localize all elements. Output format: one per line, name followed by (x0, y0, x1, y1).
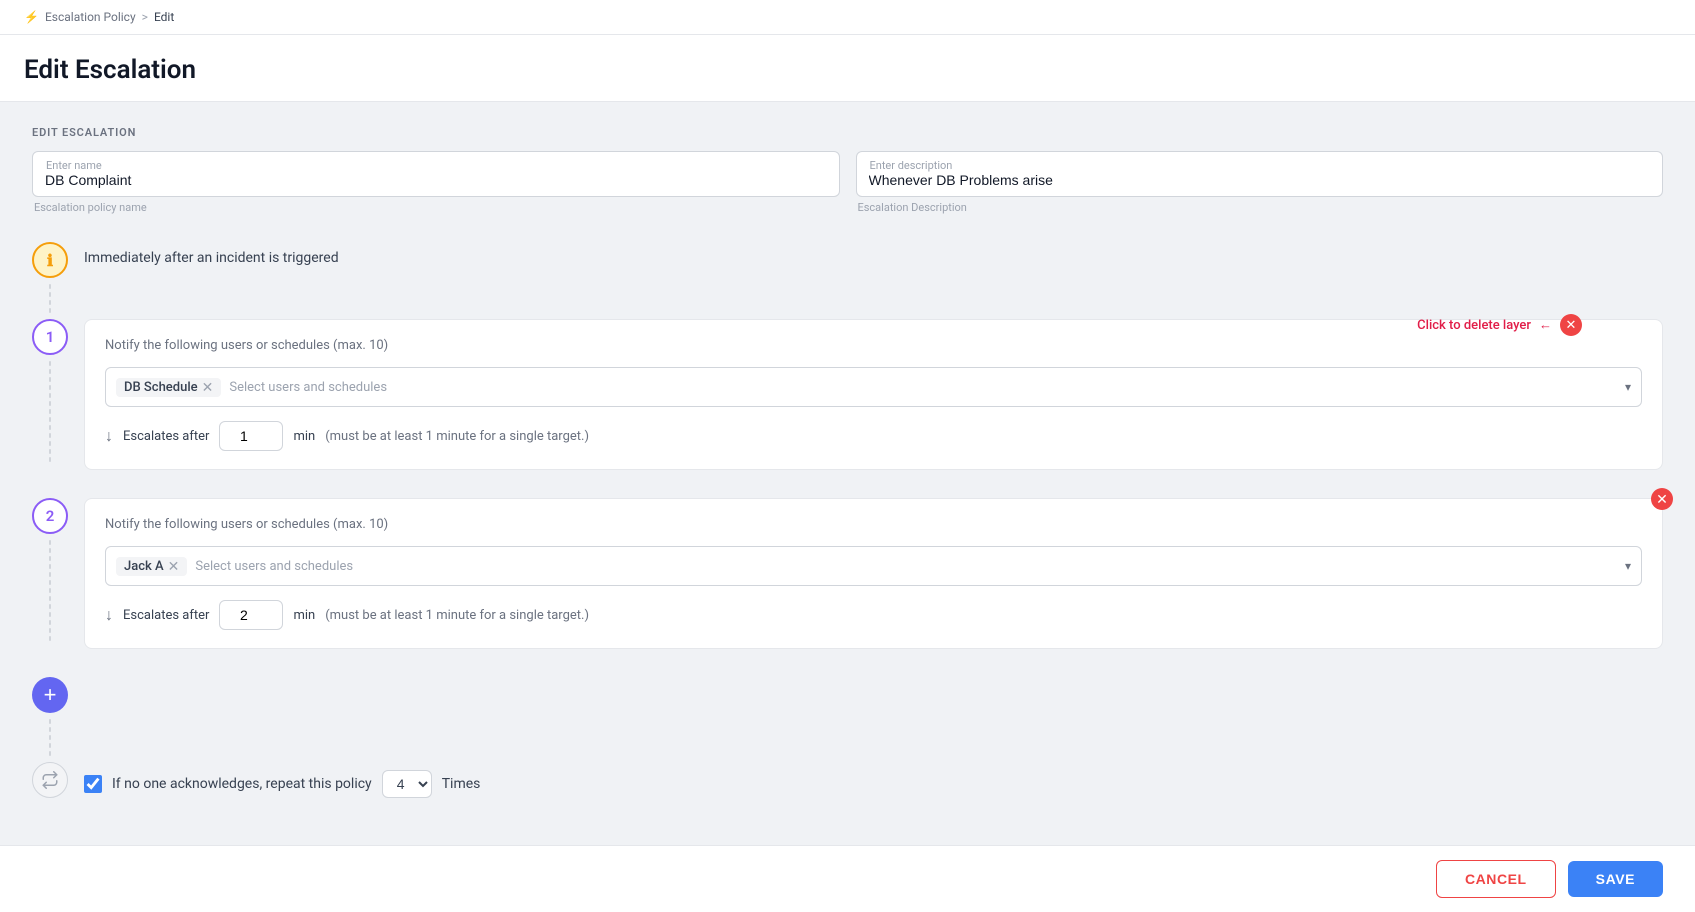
section-label: EDIT ESCALATION (32, 126, 1663, 139)
timeline-left-1: 1 (32, 319, 68, 468)
name-hint: Escalation policy name (32, 201, 840, 214)
add-layer-content (84, 677, 1663, 685)
layer-1-title: Notify the following users or schedules … (105, 338, 388, 353)
layer-2-header: Notify the following users or schedules … (105, 517, 1642, 532)
layer-2-tag: Jack A ✕ (116, 557, 187, 576)
layer-1-escalates-row: ↓ Escalates after min (must be at least … (105, 421, 1642, 451)
layer-1-user-select[interactable]: DB Schedule ✕ Select users and schedules… (105, 367, 1642, 407)
escalates-unit-1: min (293, 429, 315, 444)
save-button[interactable]: SAVE (1568, 861, 1663, 897)
top-bar: ⚡ Escalation Policy > Edit (0, 0, 1695, 35)
layer-2-row: 2 (32, 498, 1663, 661)
escalates-label-1: Escalates after (123, 429, 209, 444)
layer-2-user-select[interactable]: Jack A ✕ Select users and schedules ▾ (105, 546, 1642, 586)
name-field: Enter name Escalation policy name (32, 151, 840, 214)
annotation-text: Click to delete layer (1417, 318, 1531, 333)
dashes-2 (49, 355, 51, 468)
name-input[interactable] (32, 151, 840, 197)
dashes-3 (49, 534, 51, 647)
layer-1-placeholder: Select users and schedules (229, 380, 1617, 395)
layer-2-node: 2 (32, 498, 68, 534)
dashes-4 (49, 713, 51, 762)
desc-input[interactable] (856, 151, 1664, 197)
desc-hint: Escalation Description (856, 201, 1664, 214)
page: ⚡ Escalation Policy > Edit Edit Escalati… (0, 0, 1695, 912)
tag-label-1: DB Schedule (124, 380, 198, 395)
timeline-left-trigger: ℹ (32, 242, 68, 319)
layer-1-row: 1 (32, 319, 1663, 482)
layer-1-content: Click to delete layer ← ✕ Notify the fol… (84, 319, 1663, 482)
escalation-timeline: ℹ Immediately after an incident is trigg… (32, 242, 1663, 814)
layer-2-escalates-row: ↓ Escalates after min (must be at least … (105, 600, 1642, 630)
repeat-row: If no one acknowledges, repeat this poli… (32, 762, 1663, 814)
name-label: Enter name (44, 159, 104, 172)
layer-1-tag: DB Schedule ✕ (116, 378, 221, 397)
escalates-input-1[interactable] (219, 421, 283, 451)
escalates-hint-1: (must be at least 1 minute for a single … (325, 429, 589, 444)
times-label: Times (442, 776, 481, 792)
trigger-row: ℹ Immediately after an incident is trigg… (32, 242, 1663, 319)
desc-field: Enter description Escalation Description (856, 151, 1664, 214)
escalates-input-2[interactable] (219, 600, 283, 630)
breadcrumb-current: Edit (154, 10, 174, 24)
tag-label-2: Jack A (124, 559, 164, 574)
repeat-content: If no one acknowledges, repeat this poli… (84, 762, 1663, 814)
arrow-icon: ← (1539, 317, 1552, 333)
layer-2-dropdown-arrow[interactable]: ▾ (1625, 559, 1631, 573)
timeline-left-add: + (32, 677, 68, 762)
escalates-unit-2: min (293, 608, 315, 623)
desc-label: Enter description (868, 159, 955, 172)
delete-btn-2[interactable]: ✕ (1651, 488, 1673, 510)
content: EDIT ESCALATION Enter name Escalation po… (0, 102, 1695, 838)
tag-remove-1[interactable]: ✕ (202, 380, 214, 394)
form-row: Enter name Escalation policy name Enter … (32, 151, 1663, 214)
page-title: Edit Escalation (0, 35, 1695, 101)
trigger-node: ℹ (32, 242, 68, 278)
breadcrumb: ⚡ Escalation Policy > Edit (24, 10, 1671, 24)
trigger-content: Immediately after an incident is trigger… (84, 242, 1663, 290)
breadcrumb-separator: > (142, 10, 148, 24)
trigger-label: Immediately after an incident is trigger… (84, 242, 1663, 282)
breadcrumb-parent[interactable]: Escalation Policy (45, 10, 136, 24)
timeline-left-2: 2 (32, 498, 68, 647)
repeat-label: If no one acknowledges, repeat this poli… (112, 776, 372, 792)
add-layer-button[interactable]: + (32, 677, 68, 713)
dashes-1 (49, 278, 51, 319)
tag-remove-2[interactable]: ✕ (168, 559, 180, 573)
repeat-icon-node (32, 762, 68, 798)
layer-1-header: Notify the following users or schedules … (105, 338, 1642, 353)
layer-2-title: Notify the following users or schedules … (105, 517, 388, 532)
layer-2-placeholder: Select users and schedules (195, 559, 1617, 574)
breadcrumb-icon: ⚡ (24, 10, 39, 24)
repeat-options-row: If no one acknowledges, repeat this poli… (84, 762, 1663, 806)
timeline-left-repeat (32, 762, 68, 798)
cancel-button[interactable]: CANCEL (1436, 860, 1556, 898)
layer-2-card: ✕ Notify the following users or schedule… (84, 498, 1663, 649)
escalates-hint-2: (must be at least 1 minute for a single … (325, 608, 589, 623)
layer-1-card: Click to delete layer ← ✕ Notify the fol… (84, 319, 1663, 470)
add-layer-row: + (32, 677, 1663, 762)
escalates-down-icon-1: ↓ (105, 426, 113, 446)
layer-1-node: 1 (32, 319, 68, 355)
layer-2-content: ✕ Notify the following users or schedule… (84, 498, 1663, 661)
repeat-checkbox[interactable] (84, 775, 102, 793)
repeat-times-select[interactable]: 4 1 2 3 5 (382, 770, 432, 798)
footer-bar: CANCEL SAVE (0, 845, 1695, 912)
escalates-label-2: Escalates after (123, 608, 209, 623)
escalates-down-icon-2: ↓ (105, 605, 113, 625)
layer-1-dropdown-arrow[interactable]: ▾ (1625, 380, 1631, 394)
